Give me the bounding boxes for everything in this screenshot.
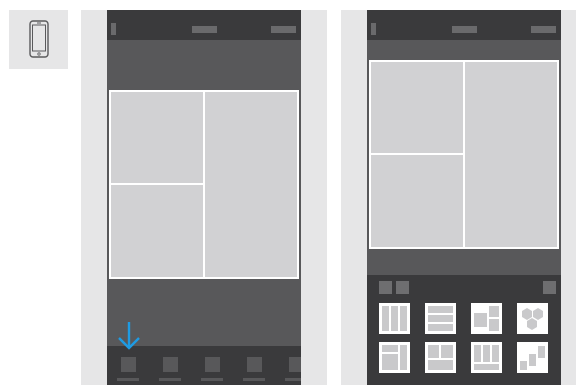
layout-four-columns-icon xyxy=(474,345,499,370)
tab-bar xyxy=(107,348,301,385)
layout-hexagons-icon xyxy=(522,308,543,330)
status-bar-signal xyxy=(371,23,376,35)
layout-three-rows-icon xyxy=(428,306,453,331)
tab-label-bar xyxy=(243,378,265,381)
tab-item[interactable] xyxy=(243,357,267,383)
tab-icon xyxy=(121,357,136,372)
layout-three-rows[interactable] xyxy=(425,303,456,334)
status-bar-battery xyxy=(531,26,556,33)
tool-button[interactable] xyxy=(379,281,392,294)
tab-label-bar xyxy=(285,378,301,381)
status-bar-battery xyxy=(271,26,296,33)
layout-top-split[interactable] xyxy=(379,342,410,373)
layout-three-columns-icon xyxy=(382,306,407,331)
layout-stairs[interactable] xyxy=(517,342,548,373)
tab-label-bar xyxy=(117,378,139,381)
layout-hexagons[interactable] xyxy=(517,303,548,334)
status-bar-signal xyxy=(111,23,116,35)
layout-mixed-grid[interactable] xyxy=(471,303,502,334)
tab-icon xyxy=(205,357,220,372)
status-bar xyxy=(107,10,301,40)
left-screen-margin-left xyxy=(81,10,107,385)
arrow-down-icon xyxy=(118,322,140,350)
left-phone-screen xyxy=(107,10,301,385)
tab-label-bar xyxy=(159,378,181,381)
right-phone-screen xyxy=(367,10,561,385)
tab-item[interactable] xyxy=(159,357,183,383)
layout-bottom-split-icon xyxy=(428,345,453,370)
tab-item[interactable] xyxy=(285,357,301,383)
status-bar-title xyxy=(452,26,477,33)
tab-item[interactable] xyxy=(201,357,225,383)
collage-divider-horizontal[interactable] xyxy=(109,183,204,185)
tab-label-bar xyxy=(201,378,223,381)
tab-icon xyxy=(163,357,178,372)
status-bar-title xyxy=(192,26,217,33)
layout-stairs-icon xyxy=(520,346,545,370)
tab-icon xyxy=(247,357,262,372)
layout-mixed-grid-icon xyxy=(474,306,499,331)
smartphone-icon xyxy=(29,20,49,58)
tab-item[interactable] xyxy=(117,357,141,383)
device-selector[interactable] xyxy=(9,10,68,69)
tab-icon xyxy=(289,357,301,372)
status-bar xyxy=(367,10,561,40)
layout-three-columns[interactable] xyxy=(379,303,410,334)
collage-divider-horizontal[interactable] xyxy=(369,153,464,155)
left-screen-margin-right xyxy=(301,10,327,385)
right-screen-margin-left xyxy=(341,10,367,385)
right-screen-margin-right xyxy=(561,10,576,385)
tool-button[interactable] xyxy=(396,281,409,294)
layout-four-columns[interactable] xyxy=(471,342,502,373)
layout-bottom-split[interactable] xyxy=(425,342,456,373)
tool-button[interactable] xyxy=(543,281,556,294)
layout-top-split-icon xyxy=(382,345,407,370)
